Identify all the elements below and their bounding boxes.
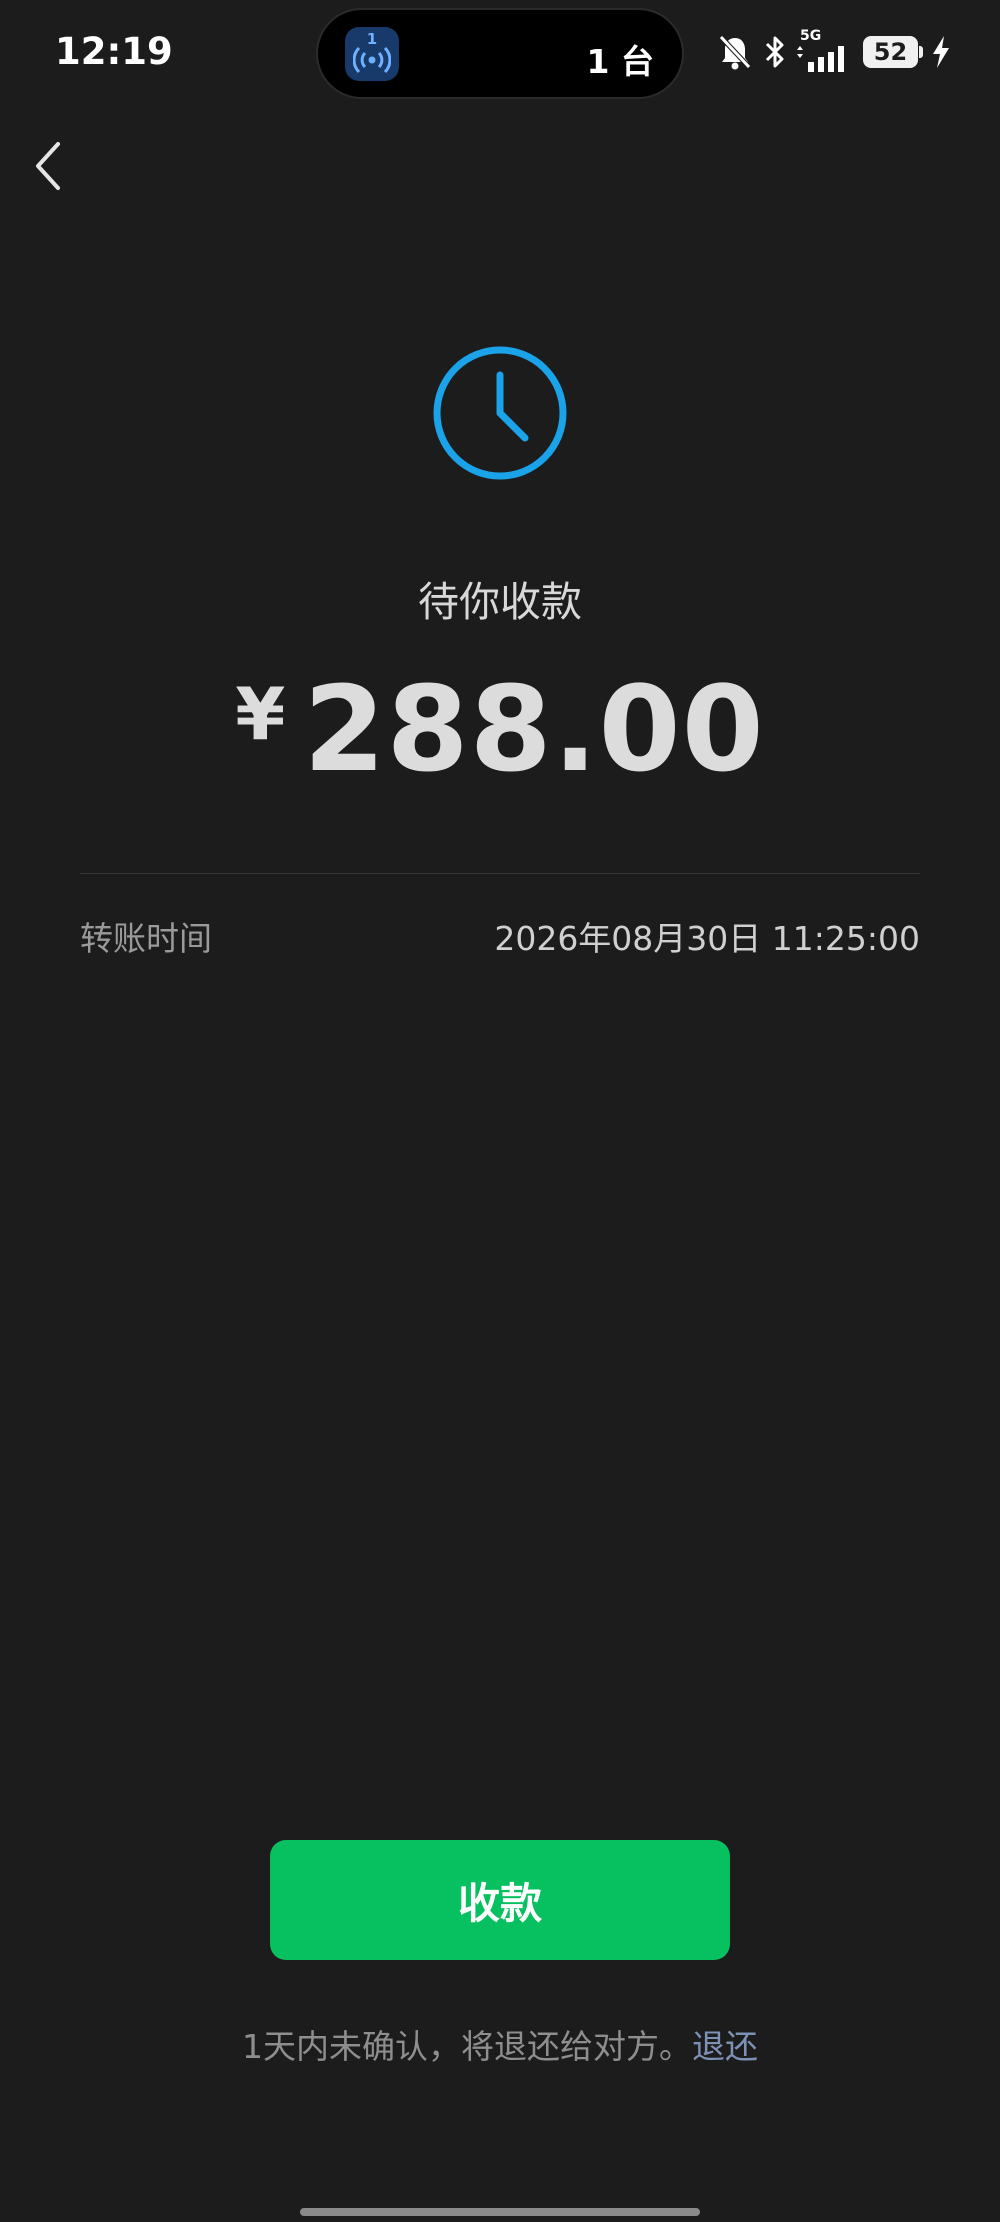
status-time: 12:19	[55, 30, 173, 73]
status-icons: 5G 52	[718, 28, 988, 80]
dynamic-island[interactable]: 1 1 台	[316, 8, 684, 99]
island-device-count: 1 台	[586, 42, 654, 81]
bell-off-icon	[719, 35, 751, 70]
detail-value: 2026年08月30日 11:25:00	[494, 919, 920, 958]
charging-icon	[933, 36, 949, 68]
status-bar: 12:19 1 1 台 5G 52	[0, 0, 1000, 110]
battery-level: 52	[873, 38, 908, 66]
signal-icon	[797, 46, 844, 72]
currency-symbol: ¥	[235, 672, 286, 756]
transfer-amount: ¥288.00	[0, 660, 1000, 798]
battery-icon: 52	[863, 36, 918, 68]
back-button[interactable]	[28, 138, 72, 194]
broadcast-app-icon: 1	[345, 27, 399, 81]
bluetooth-icon	[765, 36, 784, 68]
home-indicator[interactable]	[300, 2208, 700, 2216]
transfer-status: 待你收款	[418, 578, 582, 626]
receive-button[interactable]: 收款	[270, 1840, 730, 1960]
clock-icon	[433, 346, 567, 480]
amount-value: 288.00	[303, 660, 765, 798]
network-type: 5G	[800, 28, 822, 44]
battery-cap	[919, 46, 923, 58]
refund-notice: 1天内未确认，将退还给对方。退还	[0, 2020, 1000, 2068]
chevron-left-icon	[36, 142, 60, 190]
divider	[80, 873, 920, 874]
notice-text: 1天内未确认，将退还给对方。	[242, 2027, 692, 2066]
refund-link[interactable]: 退还	[692, 2027, 758, 2066]
detail-label: 转账时间	[80, 919, 212, 958]
detail-row-transfer-time: 转账时间 2026年08月30日 11:25:00	[80, 912, 920, 958]
